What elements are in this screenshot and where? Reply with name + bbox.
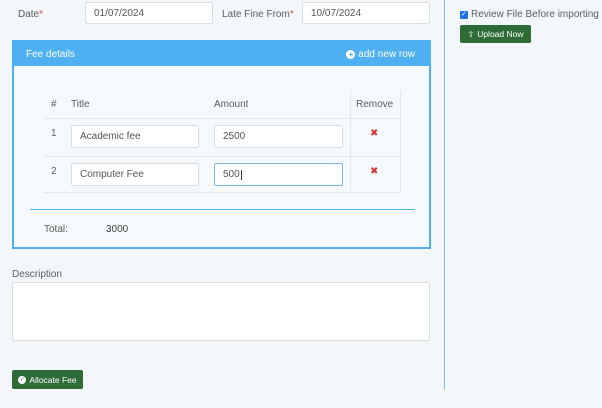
total-value: 3000 (106, 224, 129, 235)
date-input[interactable]: 01/07/2024 (85, 2, 213, 24)
row-index: 1 (51, 128, 57, 139)
review-file-option[interactable]: ✓ Review File Before importing (460, 9, 599, 20)
upload-icon: ⇧ (467, 29, 475, 39)
fee-details-header: Fee details + add new row (14, 42, 429, 66)
table-row-divider (44, 156, 400, 157)
total-divider (30, 209, 415, 210)
total-label: Total: (44, 224, 68, 235)
add-new-row-button[interactable]: + add new row (346, 49, 415, 60)
late-fine-label: Late Fine From* (222, 9, 294, 20)
add-new-row-label: add new row (358, 48, 415, 60)
check-circle-icon: ✓ (18, 375, 27, 384)
fee-title-value: Academic fee (80, 131, 141, 142)
upload-now-label: Upload Now (477, 29, 524, 39)
upload-now-button[interactable]: ⇧ Upload Now (460, 25, 531, 43)
fee-details-panel: Fee details + add new row # Title Amount… (12, 40, 431, 249)
review-checkbox[interactable]: ✓ (460, 10, 468, 19)
table-column-divider (400, 90, 401, 192)
required-mark: * (289, 9, 294, 20)
row-index: 2 (51, 166, 57, 177)
column-header-remove: Remove (356, 99, 394, 110)
allocate-fee-label: Allocate Fee (29, 374, 77, 385)
section-divider (444, 0, 445, 390)
remove-row-icon[interactable]: ✖ (370, 128, 378, 139)
column-header-index: # (51, 99, 57, 110)
late-fine-input[interactable]: 10/07/2024 (302, 2, 430, 24)
text-caret (240, 169, 242, 180)
fee-amount-input[interactable]: 2500 (214, 125, 343, 148)
date-value: 01/07/2024 (94, 7, 145, 19)
remove-row-icon[interactable]: ✖ (370, 166, 378, 177)
fee-amount-value: 500 (223, 169, 240, 180)
description-textarea[interactable] (12, 282, 430, 341)
fee-title-input[interactable]: Computer Fee (71, 163, 199, 186)
late-fine-value: 10/07/2024 (311, 7, 362, 19)
fee-amount-value: 2500 (223, 131, 246, 142)
plus-circle-icon: + (346, 49, 356, 59)
date-label: Date* (18, 9, 44, 20)
review-file-label: Review File Before importing (471, 9, 599, 20)
allocate-fee-button[interactable]: ✓ Allocate Fee (12, 370, 83, 389)
fee-title-input[interactable]: Academic fee (71, 125, 199, 148)
column-header-title: Title (71, 99, 90, 110)
required-mark: * (39, 9, 44, 20)
fee-title-value: Computer Fee (80, 169, 144, 180)
table-row-divider (44, 192, 400, 193)
column-header-amount: Amount (214, 99, 249, 110)
description-label: Description (12, 269, 63, 280)
table-header-divider (44, 118, 400, 119)
fee-details-title: Fee details (26, 48, 75, 60)
table-column-divider (350, 90, 351, 192)
fee-amount-input[interactable]: 500 (214, 163, 343, 186)
